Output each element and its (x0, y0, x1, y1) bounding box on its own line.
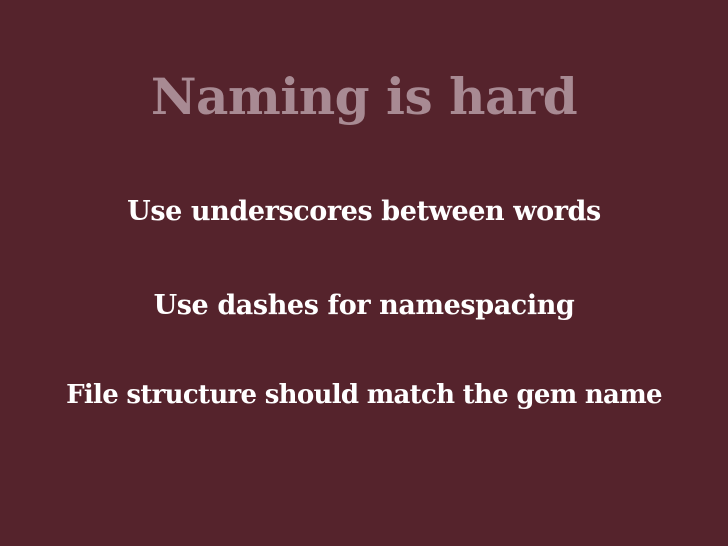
slide: Naming is hard Use underscores between w… (0, 0, 728, 546)
bullet-underscores: Use underscores between words (127, 196, 601, 227)
bullet-dashes: Use dashes for namespacing (153, 290, 575, 321)
slide-title: Naming is hard (150, 67, 578, 126)
bullet-file-structure: File structure should match the gem name (66, 380, 662, 410)
